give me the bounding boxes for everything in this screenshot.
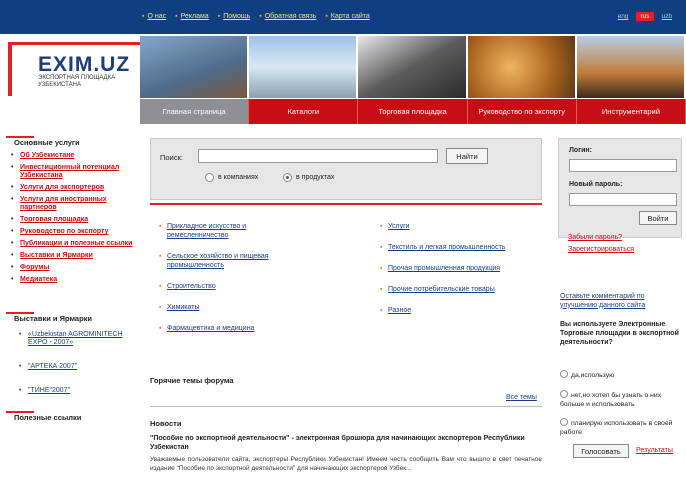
event-item[interactable]: "АРТЕКА 2007" — [19, 363, 134, 371]
radio-products-label: в продуктах — [296, 174, 335, 181]
forgot-password-link[interactable]: Забыли пароль? — [568, 234, 622, 241]
category-agriculture[interactable]: Сельское хозяйство и пищевая промышленно… — [159, 252, 287, 270]
category-construction[interactable]: Строительство — [159, 282, 287, 291]
lang-rus[interactable]: rus — [636, 12, 654, 21]
category-industrial[interactable]: Прочая промышленная продукция — [380, 264, 538, 273]
register-link[interactable]: Зарегистрироваться — [568, 246, 634, 253]
top-nav-about[interactable]: О нас — [142, 13, 166, 20]
language-switcher: eng rus uzb — [614, 12, 676, 21]
all-topics-link[interactable]: Все темы — [506, 394, 537, 401]
banner-photo-grain — [467, 36, 575, 98]
login-label: Логин: — [569, 147, 592, 154]
login-panel: Логин: Новый пароль: Войти — [558, 138, 682, 238]
tab-export-guide[interactable]: Руководство по экспорту — [468, 99, 577, 124]
categories-left: Прикладное искусство и ремесленничество … — [159, 222, 287, 345]
sidebar-item-forums[interactable]: Форумы — [11, 264, 134, 272]
main-nav: Главная страница Каталоги Торговая площа… — [140, 99, 686, 124]
category-pharma[interactable]: Фармацевтика и медицина — [159, 324, 287, 333]
category-crafts[interactable]: Прикладное искусство и ремесленничество — [159, 222, 287, 240]
sidebar-item-media[interactable]: Медиатека — [11, 276, 134, 284]
sidebar-item-publications[interactable]: Публикации и полезные ссылки — [11, 240, 134, 248]
divider — [150, 203, 542, 205]
poll-option-label: да,использую — [571, 372, 615, 379]
poll-radio[interactable] — [560, 418, 568, 426]
tab-marketplace[interactable]: Торговая площадка — [358, 99, 468, 124]
event-item[interactable]: «Uzbekistan AGROMINITECH EXPO - 2007» — [19, 331, 134, 347]
news-heading: Новости — [150, 419, 182, 428]
search-panel: Поиск: Найти в компаниях в продуктах — [150, 138, 542, 200]
password-input[interactable] — [569, 193, 677, 206]
poll-option[interactable]: нет,но хотел бы узнать о них больше и ис… — [560, 390, 684, 409]
sidebar-item-about-uzbekistan[interactable]: Об Узбекистане — [11, 152, 134, 160]
login-input[interactable] — [569, 159, 677, 172]
search-input[interactable] — [198, 149, 438, 163]
header-banner — [140, 36, 686, 98]
banner-photo-warehouse — [140, 36, 248, 98]
news-headline[interactable]: "Пособие по экспортной деятельности" - э… — [150, 434, 542, 452]
sidebar-item-export-guide[interactable]: Руководство по экспорту — [11, 228, 134, 236]
sidebar-item-exporter-services[interactable]: Услуги для экспортеров — [11, 184, 134, 192]
login-button[interactable]: Войти — [639, 211, 677, 225]
radio-products-dot[interactable] — [283, 173, 292, 182]
lang-uzb[interactable]: uzb — [658, 12, 676, 21]
sidebar-item-marketplace[interactable]: Торговая площадка — [11, 216, 134, 224]
divider — [150, 406, 542, 407]
links-heading: Полезные ссылки — [6, 411, 134, 422]
lang-eng[interactable]: eng — [614, 12, 633, 21]
results-link[interactable]: Результаты — [636, 447, 673, 454]
top-nav-ads[interactable]: Реклама — [175, 13, 209, 20]
top-nav: О нас Реклама Помощь Обратная связь Карт… — [142, 13, 370, 20]
search-button[interactable]: Найти — [446, 148, 488, 164]
radio-products[interactable]: в продуктах — [283, 173, 334, 182]
tab-tools[interactable]: Инструментарий — [577, 99, 686, 124]
poll-option-label: планирую использовать в своей работе — [560, 420, 673, 436]
services-heading: Основные услуги — [6, 136, 134, 147]
left-sidebar: Основные услуги Об Узбекистане Инвестици… — [6, 136, 134, 427]
events-list: «Uzbekistan AGROMINITECH EXPO - 2007» "А… — [6, 331, 134, 395]
events-heading: Выставки и Ярмарки — [6, 312, 134, 323]
poll-radio[interactable] — [560, 370, 568, 378]
sidebar-item-partner-services[interactable]: Услуги для иностранных партнеров — [11, 196, 134, 212]
logo-subtitle: ЭКСПОРТНАЯ ПЛОЩАДКА УЗБЕКИСТАНА — [38, 75, 116, 88]
top-bar: О нас Реклама Помощь Обратная связь Карт… — [0, 0, 686, 34]
sidebar-item-investment[interactable]: Инвестиционный потенциал Узбекистана — [11, 164, 134, 180]
search-label: Поиск: — [160, 153, 183, 162]
category-textile[interactable]: Текстиль и легкая промышленность — [380, 243, 538, 252]
logo-title: EXIM.UZ — [38, 53, 131, 76]
poll-option[interactable]: планирую использовать в своей работе — [560, 418, 684, 437]
radio-companies-dot[interactable] — [205, 173, 214, 182]
radio-companies-label: в компаниях — [218, 174, 259, 181]
category-consumer[interactable]: Прочие потребительские товары — [380, 285, 538, 294]
radio-companies[interactable]: в компаниях — [205, 173, 258, 182]
categories-right: Услуги Текстиль и легкая промышленность … — [380, 222, 538, 327]
category-misc[interactable]: Разное — [380, 306, 538, 315]
tab-catalogs[interactable]: Каталоги — [249, 99, 359, 124]
tab-home[interactable]: Главная страница — [140, 99, 250, 124]
poll-option-label: нет,но хотел бы узнать о них больше и ис… — [560, 392, 662, 408]
category-chemicals[interactable]: Химикаты — [159, 303, 287, 312]
news-body: Уважаемые пользователи сайта, экспортеры… — [150, 456, 542, 472]
sidebar-item-exhibitions[interactable]: Выставки и Ярмарки — [11, 252, 134, 260]
vote-button[interactable]: Голосовать — [573, 444, 629, 458]
top-nav-sitemap[interactable]: Карта сайта — [325, 13, 370, 20]
top-nav-feedback[interactable]: Обратная связь — [259, 13, 317, 20]
poll-question: Вы используете Электронные Торговые площ… — [560, 321, 679, 346]
password-label: Новый пароль: — [569, 181, 623, 188]
event-item[interactable]: "ТИНЕ"2007" — [19, 387, 134, 395]
banner-photo-train — [576, 36, 685, 98]
poll-option[interactable]: да,использую — [560, 370, 684, 380]
comment-link[interactable]: Оставьте комментарий по улучшению данног… — [560, 293, 680, 310]
banner-photo-airplane — [249, 36, 357, 98]
poll-radio[interactable] — [560, 390, 568, 398]
services-list: Об Узбекистане Инвестиционный потенциал … — [6, 152, 134, 284]
top-nav-help[interactable]: Помощь — [218, 13, 250, 20]
category-services[interactable]: Услуги — [380, 222, 538, 231]
banner-photo-businessmen — [358, 36, 466, 98]
site-logo[interactable]: EXIM.UZ ЭКСПОРТНАЯ ПЛОЩАДКА УЗБЕКИСТАНА — [8, 38, 140, 98]
forum-heading: Горячие темы форума — [150, 376, 234, 385]
